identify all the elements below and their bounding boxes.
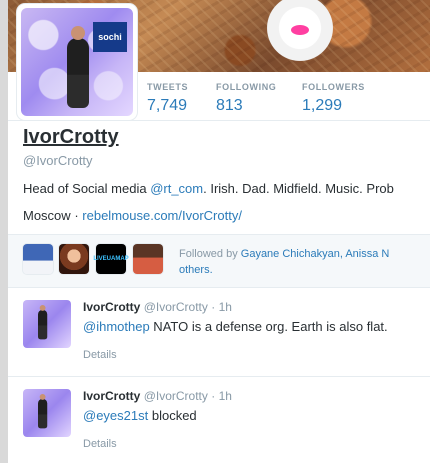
tweet-item[interactable]: IvorCrotty @IvorCrotty · 1h @ihmothep NA… xyxy=(8,300,430,386)
follower-thumbnail-2[interactable] xyxy=(59,244,89,274)
tweet-header: IvorCrotty @IvorCrotty · 1h xyxy=(83,389,232,403)
profile-bio: Head of Social media @rt_com. Irish. Dad… xyxy=(23,181,394,196)
location-separator: · xyxy=(74,208,79,223)
bio-mention-link[interactable]: @rt_com xyxy=(150,181,203,196)
tweet-divider xyxy=(8,376,430,377)
tweet-avatar[interactable] xyxy=(23,389,71,437)
banner-baby-image xyxy=(258,0,342,70)
left-gutter xyxy=(0,0,8,463)
avatar-sign: sochi xyxy=(93,22,127,52)
follower-thumbnail-1[interactable] xyxy=(23,244,53,274)
followed-by-text: Followed by Gayane Chichakyan, Anissa N … xyxy=(179,246,430,278)
following-count[interactable]: 813 xyxy=(216,97,276,115)
avatar-person xyxy=(67,26,89,108)
tweet-text: @ihmothep NATO is a defense org. Earth i… xyxy=(83,319,388,334)
followed-by-strip: LIVEUAMAP Followed by Gayane Chichakyan,… xyxy=(8,235,430,287)
following-stat[interactable]: FOLLOWING 813 xyxy=(216,82,276,115)
tweets-stat[interactable]: TWEETS 7,749 xyxy=(147,82,188,115)
tweet-author-name[interactable]: IvorCrotty xyxy=(83,389,140,403)
tweet-time[interactable]: · 1h xyxy=(211,389,232,403)
bio-text-end: . Irish. Dad. Midfield. Music. Prob xyxy=(203,181,394,196)
tweet-author-handle[interactable]: @IvorCrotty xyxy=(144,300,208,314)
tweet-mention[interactable]: @ihmothep xyxy=(83,319,150,334)
followed-by-names[interactable]: Gayane Chichakyan, Anissa N xyxy=(241,248,390,260)
tweet-author-name[interactable]: IvorCrotty xyxy=(83,300,140,314)
profile-name[interactable]: IvorCrotty xyxy=(23,126,119,149)
profile-location-row: Moscow · rebelmouse.com/IvorCrotty/ xyxy=(23,208,242,223)
tweet-text: @eyes21st blocked xyxy=(83,408,197,423)
tweet-time[interactable]: · 1h xyxy=(211,300,232,314)
followers-stat[interactable]: FOLLOWERS 1,299 xyxy=(302,82,365,115)
tweet-body: NATO is a defense org. Earth is also fla… xyxy=(149,319,388,334)
tweets-count[interactable]: 7,749 xyxy=(147,97,188,115)
tweet-details-link[interactable]: Details xyxy=(83,349,117,361)
tweets-label: TWEETS xyxy=(147,82,189,92)
section-divider-middle xyxy=(8,287,430,288)
tweet-avatar-person xyxy=(38,304,48,340)
profile-location: Moscow xyxy=(23,208,71,223)
tweet-body: blocked xyxy=(148,408,197,423)
followed-by-suffix[interactable]: others. xyxy=(179,264,213,276)
followers-label: FOLLOWERS xyxy=(302,82,365,92)
profile-avatar[interactable]: sochi xyxy=(21,8,133,116)
tweet-author-handle[interactable]: @IvorCrotty xyxy=(144,389,208,403)
follower-thumbnail-4[interactable] xyxy=(133,244,163,274)
following-label: FOLLOWING xyxy=(216,82,277,92)
bio-text-start: Head of Social media xyxy=(23,181,151,196)
tweet-item[interactable]: IvorCrotty @IvorCrotty · 1h @eyes21st bl… xyxy=(8,389,430,475)
profile-handle[interactable]: @IvorCrotty xyxy=(23,153,93,168)
tweet-details-link[interactable]: Details xyxy=(83,438,117,450)
follower-thumbnail-3[interactable]: LIVEUAMAP xyxy=(93,244,129,274)
tweet-avatar-person xyxy=(38,393,48,429)
followed-by-prefix: Followed by xyxy=(179,248,241,260)
followers-count[interactable]: 1,299 xyxy=(302,97,365,115)
profile-avatar-frame[interactable]: sochi xyxy=(17,4,137,120)
tweet-header: IvorCrotty @IvorCrotty · 1h xyxy=(83,300,232,314)
profile-website-link[interactable]: rebelmouse.com/IvorCrotty/ xyxy=(82,208,242,223)
tweet-avatar[interactable] xyxy=(23,300,71,348)
tweet-mention[interactable]: @eyes21st xyxy=(83,408,148,423)
